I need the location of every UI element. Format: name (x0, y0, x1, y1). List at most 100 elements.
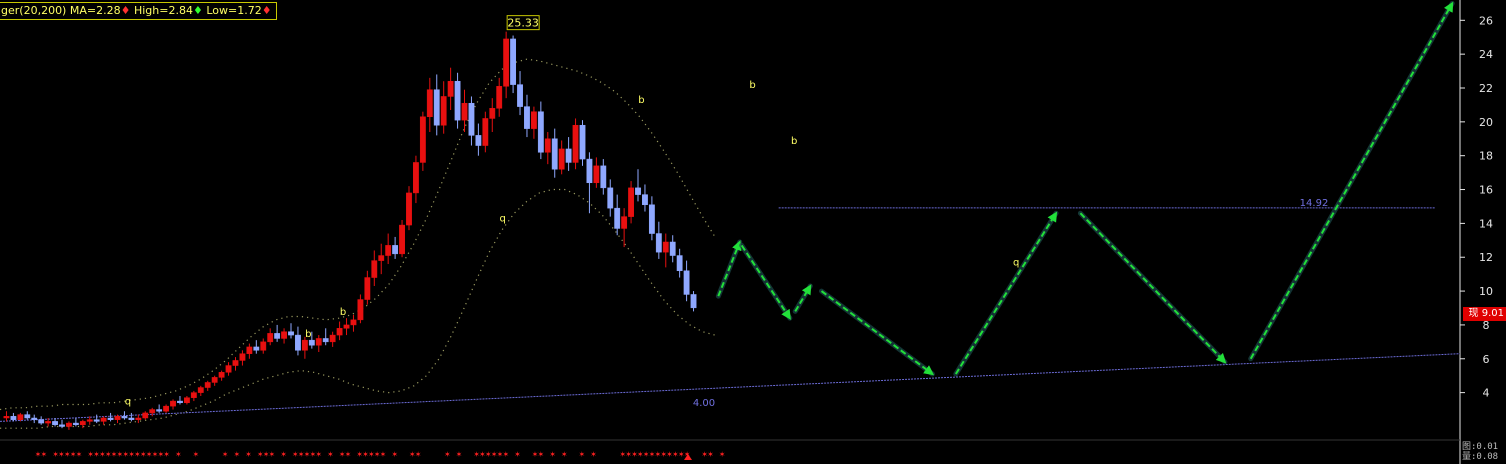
candle-body (31, 417, 38, 420)
candle-body (308, 339, 315, 346)
signal-marker: ✶ (719, 450, 726, 459)
candle-body (190, 392, 197, 398)
candle-body (392, 245, 399, 255)
candle-body (128, 417, 135, 420)
signal-marker: ✶ (514, 450, 521, 459)
candle-body (357, 299, 364, 321)
candle-body (315, 338, 322, 346)
candle-body (551, 138, 558, 170)
candle-body (607, 187, 614, 209)
signal-marker: ✶ (269, 450, 276, 459)
indicator-legend[interactable]: ger(20,200) MA=2.28♦ High=2.84♦ Low=1.72… (0, 2, 277, 20)
candle-body (530, 111, 537, 129)
candle-body (232, 360, 239, 366)
candle-body (3, 416, 10, 419)
candle-body (72, 422, 79, 426)
candle-body (447, 80, 454, 97)
signal-marker: ✶ (163, 450, 170, 459)
candle-body (475, 135, 482, 146)
candle-body (163, 405, 170, 412)
candle-body (482, 118, 489, 146)
legend-ma: MA=2.28 (69, 4, 121, 17)
candle-body (642, 194, 648, 206)
signal-marker: ✶ (456, 450, 463, 459)
legend-high: High=2.84 (133, 4, 193, 17)
current-price-tag: 现 9.01 (1463, 307, 1506, 321)
candle-body (267, 333, 274, 343)
signal-marker: ✶ (280, 450, 287, 459)
candle-body (107, 417, 114, 420)
signal-marker: ✶ (76, 450, 83, 459)
legend-name: ger (1, 4, 20, 17)
candle-body (274, 333, 281, 339)
candle-body (690, 294, 697, 309)
y-tick-label: 10 (1479, 285, 1493, 298)
signal-marker: ✶ (391, 450, 398, 459)
support-trendline (0, 353, 1461, 422)
signal-marker: ✶ (549, 450, 556, 459)
candle-body (510, 38, 517, 85)
candle-body (218, 372, 225, 378)
signal-labels: q b b q b b b q (125, 80, 1020, 407)
candle-body (537, 111, 544, 153)
candle-body (281, 331, 287, 339)
signal-marker: ✶ (327, 450, 334, 459)
price-chart: 468101214161820222426 qbbqbbbq ✶ ✶ ✶ ✶ ✶ ✶ ✶ ✶ ✶… (0, 0, 1493, 464)
candle-body (683, 270, 690, 295)
signal-marker: ✶ (590, 450, 597, 459)
candle-body (579, 124, 586, 160)
legend-down-marker: ♦ (192, 4, 203, 17)
candle-body (295, 334, 301, 351)
corner-line-2: 量:0.08 (1462, 452, 1499, 462)
signal-marker: ✶ (502, 450, 509, 459)
candle-body (364, 277, 371, 300)
candle-body (204, 382, 211, 388)
candle-body (183, 397, 190, 404)
candle-body (253, 346, 260, 351)
candle-body (503, 38, 510, 87)
peak-label: 25.33 (507, 17, 539, 30)
candle-body (655, 233, 662, 253)
projection-arrows (715, 0, 1455, 377)
candle-body (177, 400, 183, 404)
candle-body (461, 102, 468, 121)
candle-body (600, 165, 607, 189)
candle-body (648, 204, 655, 234)
candle-body (100, 417, 107, 422)
candle-body (378, 255, 385, 261)
candle-body (24, 414, 31, 419)
candle-body (336, 328, 343, 336)
signal-markers: ✶ ✶ ✶ ✶ ✶ ✶ ✶ ✶ ✶ ✶ ✶ ✶ ✶ ✶ ✶ ✶ ✶ ✶ ✶ ✶ ✶ ✶ ✶ ✶ ✶ ✶ ✶ ✶ ✶ ✶ ✶ ✶ ✶ ✶ ✶ ✶ ✶ ✶ ✶ ✶… (35, 450, 726, 460)
y-tick-label: 16 (1479, 184, 1493, 197)
legend-end-marker: ♦ (261, 4, 272, 17)
candle-body (406, 192, 412, 226)
y-tick-label: 24 (1479, 48, 1493, 61)
signal-marker: ✶ (315, 450, 322, 459)
y-tick-label: 4 (1483, 387, 1490, 400)
candle-body (669, 241, 676, 256)
candle-body (93, 419, 100, 422)
signal-marker: ✶ (415, 450, 422, 459)
signal-marker: ✶ (707, 450, 714, 459)
signal-marker: ✶ (175, 450, 182, 459)
y-tick-label: 12 (1479, 251, 1493, 264)
signal-marker: ✶ (578, 450, 585, 459)
y-tick-label: 20 (1479, 116, 1493, 129)
candle-body (371, 260, 378, 278)
signal-marker: ✶ (40, 450, 47, 459)
envelope-bands (0, 58, 716, 429)
candle-body (301, 339, 308, 351)
signal-marker: ✶ (193, 450, 200, 459)
legend-low: Low=1.72 (206, 4, 262, 17)
candlesticks (3, 31, 697, 430)
candle-body (170, 400, 176, 407)
candle-body (676, 255, 683, 272)
candle-body (517, 84, 523, 107)
candle-body (593, 165, 600, 184)
candle-body (621, 216, 628, 229)
signal-marker: ✶ (380, 450, 387, 459)
candle-body (211, 377, 218, 383)
signal-marker: ✶ (538, 450, 545, 459)
candle-body (45, 421, 52, 424)
candle-body (544, 138, 551, 153)
